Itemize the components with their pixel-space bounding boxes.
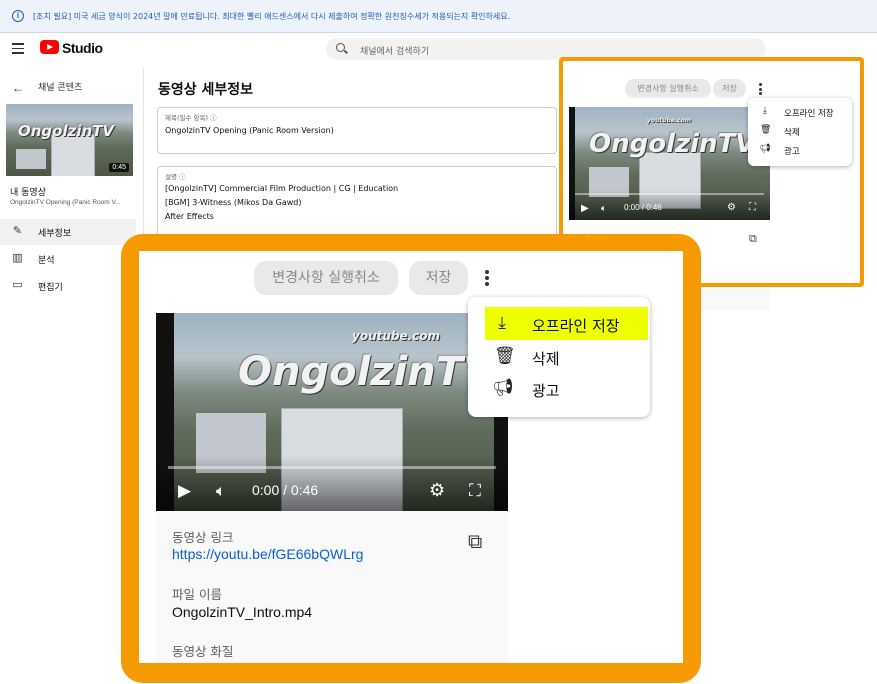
back-to-channel-content[interactable]: 채널 콘텐츠 bbox=[38, 80, 82, 93]
description-line: [BGM] 3-Witness (Mikos Da Gawd) bbox=[165, 198, 302, 207]
zoomed-panel: 변경사항 실행취소 저장 youtube.com OngolzinTV ▶ 🔈︎… bbox=[139, 251, 683, 663]
trash-icon: 🗑︎ bbox=[760, 124, 772, 134]
menu-item-ads[interactable]: 📢︎ 광고 bbox=[748, 141, 852, 159]
thumbnail-building-2 bbox=[16, 149, 46, 169]
menu-item-label: 광고 bbox=[784, 147, 800, 157]
menu-item-label: 오프라인 저장 bbox=[532, 317, 620, 335]
search-placeholder: 채널에서 검색하기 bbox=[360, 47, 430, 57]
analytics-icon: ▥ bbox=[12, 252, 23, 264]
title-field-value: OngolzinTV Opening (Panic Room Version) bbox=[165, 126, 334, 135]
menu-item-delete[interactable]: 🗑︎ 삭제 bbox=[748, 122, 852, 140]
fullscreen-icon[interactable]: ⛶ bbox=[749, 202, 756, 213]
play-icon[interactable]: ▶ bbox=[178, 481, 191, 501]
more-options-menu: ⤓ 오프라인 저장 🗑︎ 삭제 📢︎ 광고 bbox=[748, 98, 852, 166]
video-info-panel: 동영상 링크 https://youtu.be/fGE66bQWLrg ⧉ 파일… bbox=[156, 511, 508, 663]
menu-item-label: 오프라인 저장 bbox=[784, 109, 834, 119]
sidebar-item-label: 편집기 bbox=[38, 283, 63, 293]
filename-label: 파일 이름 bbox=[172, 587, 222, 602]
copy-icon[interactable]: ⧉ bbox=[749, 233, 757, 246]
more-options-menu: ⤓ 오프라인 저장 🗑︎ 삭제 📢︎ 광고 bbox=[468, 297, 650, 417]
megaphone-icon: 📢︎ bbox=[759, 143, 771, 153]
editor-icon: ▭ bbox=[12, 279, 23, 291]
description-line: [OngolzinTV] Commercial Film Production … bbox=[165, 184, 399, 193]
hamburger-menu-icon[interactable] bbox=[12, 43, 24, 54]
video-link-label: 동영상 링크 bbox=[172, 530, 234, 545]
download-icon: ⤓ bbox=[763, 105, 767, 115]
settings-gear-icon[interactable]: ⚙ bbox=[727, 202, 736, 213]
video-watermark-small: youtube.com bbox=[647, 117, 692, 124]
info-icon: i bbox=[12, 10, 24, 22]
menu-item-label: 삭제 bbox=[532, 350, 560, 368]
player-controls: ▶ 🔈︎ 0:00 / 0:46 ⚙ ⛶ bbox=[156, 455, 508, 511]
more-options-icon[interactable] bbox=[759, 83, 762, 95]
tax-notice-banner[interactable]: i [조치 필요] 미국 세금 양식이 2024년 말에 만료됩니다. 최대한 … bbox=[0, 0, 877, 33]
studio-logo-text[interactable]: Studio bbox=[62, 40, 103, 56]
search-icon bbox=[336, 43, 345, 52]
video-player-zoomed[interactable]: youtube.com OngolzinTV ▶ 🔈︎ 0:00 / 0:46 … bbox=[156, 313, 508, 511]
title-field-label: 제목(필수 항목) ⓘ bbox=[165, 114, 217, 122]
banner-text: [조치 필요] 미국 세금 양식이 2024년 말에 만료됩니다. 최대한 빨리… bbox=[33, 12, 511, 21]
more-options-icon[interactable] bbox=[485, 270, 490, 286]
description-field-label: 설명 ⓘ bbox=[165, 173, 186, 181]
sidebar-item-label: 분석 bbox=[38, 256, 55, 266]
player-time: 0:00 / 0:46 bbox=[624, 203, 662, 212]
player-controls: ▶ 🔈︎ 0:00 / 0:46 ⚙ ⛶ bbox=[569, 190, 770, 220]
video-quality-label: 동영상 화질 bbox=[172, 644, 234, 659]
video-thumbnail[interactable]: OngolzinTV 0:45 bbox=[6, 104, 133, 176]
video-watermark: OngolzinTV bbox=[589, 129, 756, 159]
thumbnail-building bbox=[51, 134, 95, 176]
menu-item-ads[interactable]: 📢︎ 광고 bbox=[468, 374, 650, 404]
video-player-small[interactable]: youtube.com OngolzinTV ▶ 🔈︎ 0:00 / 0:46 … bbox=[569, 107, 770, 220]
youtube-logo-icon[interactable] bbox=[40, 40, 59, 54]
description-line: After Effects bbox=[165, 212, 214, 221]
settings-gear-icon[interactable]: ⚙ bbox=[429, 480, 445, 501]
sidebar-item-details[interactable]: ✎ 세부정보 bbox=[0, 219, 136, 245]
copy-icon[interactable]: ⧉ bbox=[468, 531, 482, 554]
video-watermark: OngolzinTV bbox=[238, 349, 495, 395]
video-watermark-small: youtube.com bbox=[352, 329, 441, 343]
menu-item-delete[interactable]: 🗑︎ 삭제 bbox=[468, 342, 650, 372]
video-duration-badge: 0:45 bbox=[109, 163, 129, 172]
page-title: 동영상 세부정보 bbox=[158, 82, 254, 98]
save-button[interactable]: 저장 bbox=[409, 261, 468, 295]
sidebar-video-title: OngolzinTV Opening (Panic Room V... bbox=[10, 199, 121, 206]
undo-changes-button[interactable]: 변경사항 실행취소 bbox=[625, 79, 711, 98]
download-icon: ⤓ bbox=[498, 313, 506, 332]
my-video-label: 내 동영상 bbox=[10, 188, 46, 198]
thumbnail-watermark: OngolzinTV bbox=[18, 122, 115, 140]
save-button[interactable]: 저장 bbox=[713, 79, 746, 98]
volume-icon[interactable]: 🔈︎ bbox=[601, 203, 606, 214]
menu-item-save-offline[interactable]: ⤓ 오프라인 저장 bbox=[748, 103, 852, 121]
video-link[interactable]: https://youtu.be/fGE66bQWLrg bbox=[172, 546, 363, 562]
sidebar-item-analytics[interactable]: ▥ 분석 bbox=[0, 246, 136, 272]
title-field[interactable]: 제목(필수 항목) ⓘ OngolzinTV Opening (Panic Ro… bbox=[157, 107, 557, 154]
back-arrow-icon[interactable]: ← bbox=[12, 81, 24, 95]
megaphone-icon: 📢︎ bbox=[492, 378, 514, 397]
pencil-icon: ✎ bbox=[12, 225, 23, 237]
menu-item-label: 광고 bbox=[532, 382, 560, 400]
undo-changes-button[interactable]: 변경사항 실행취소 bbox=[254, 261, 398, 295]
play-icon[interactable]: ▶ bbox=[581, 203, 589, 214]
volume-icon[interactable]: 🔈︎ bbox=[216, 483, 226, 501]
player-time: 0:00 / 0:46 bbox=[252, 482, 319, 498]
trash-icon: 🗑︎ bbox=[494, 346, 516, 365]
menu-item-label: 삭제 bbox=[784, 128, 800, 138]
filename-value: OngolzinTV_Intro.mp4 bbox=[172, 604, 313, 620]
sidebar-item-label: 세부정보 bbox=[38, 229, 72, 239]
menu-item-save-offline[interactable]: ⤓ 오프라인 저장 bbox=[485, 307, 648, 340]
progress-bar[interactable] bbox=[575, 193, 764, 195]
fullscreen-icon[interactable]: ⛶ bbox=[469, 481, 481, 501]
progress-bar[interactable] bbox=[168, 466, 496, 469]
sidebar-item-editor[interactable]: ▭ 편집기 bbox=[0, 273, 136, 299]
